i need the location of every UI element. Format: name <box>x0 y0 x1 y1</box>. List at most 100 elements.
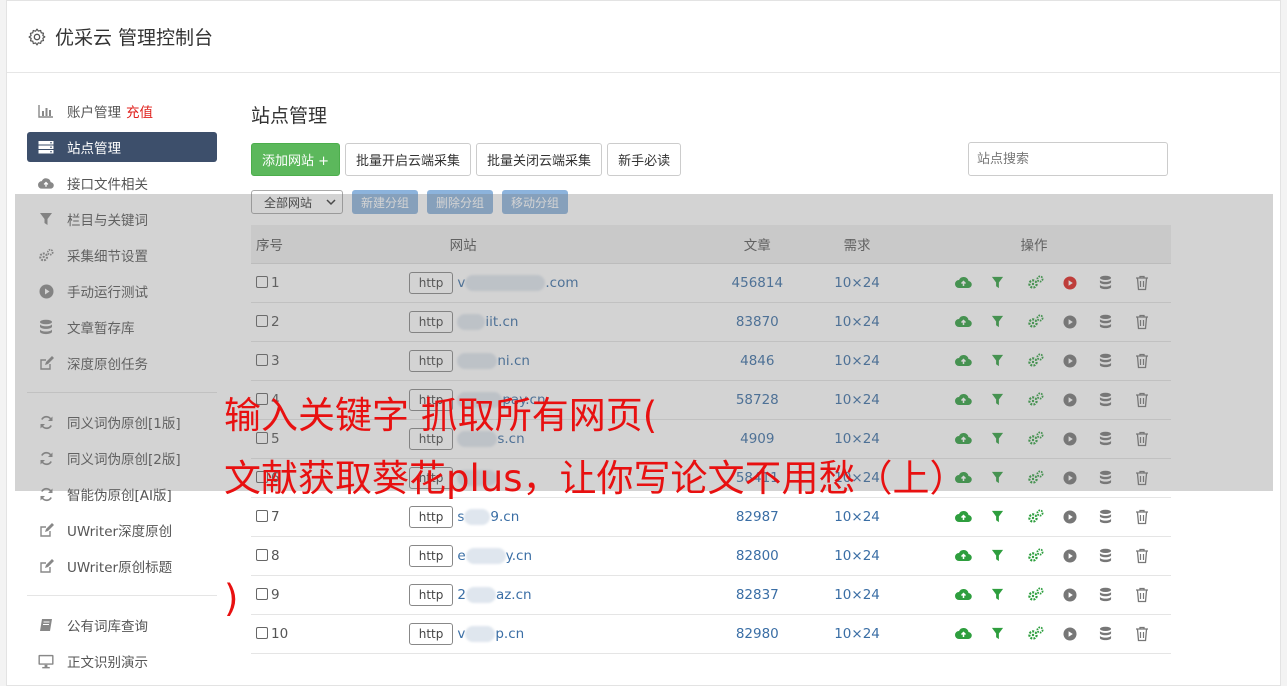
cloud-upload-icon[interactable] <box>955 585 991 605</box>
filter-icon[interactable] <box>991 624 1027 644</box>
sidebar-item-items3-0[interactable]: 公有词库查询 <box>27 610 217 640</box>
row-articles[interactable]: 82837 <box>697 575 818 615</box>
cloud-upload-icon[interactable] <box>955 507 991 527</box>
trash-icon[interactable] <box>1135 351 1171 371</box>
add-site-button[interactable]: 添加网站 + <box>251 142 341 176</box>
row-articles[interactable]: 4909 <box>697 419 818 459</box>
row-demand[interactable]: 10×24 <box>817 575 897 615</box>
row-checkbox[interactable] <box>256 587 268 600</box>
gears-icon[interactable] <box>1027 507 1063 527</box>
delete-group-button[interactable]: 删除分组 <box>427 190 494 214</box>
filter-icon[interactable] <box>991 585 1027 605</box>
site-domain-prefix[interactable]: v <box>457 626 465 642</box>
database-icon[interactable] <box>1099 585 1135 605</box>
row-demand[interactable]: 10×24 <box>817 614 897 654</box>
new-group-button[interactable]: 新建分组 <box>352 190 419 214</box>
play-circle-icon[interactable] <box>1063 273 1099 293</box>
row-checkbox[interactable] <box>256 509 268 522</box>
site-domain-prefix[interactable]: s <box>457 509 464 525</box>
sidebar-item-items-6[interactable]: 文章暂存库 <box>27 312 217 342</box>
filter-icon[interactable] <box>991 351 1027 371</box>
sidebar-item-items2-1[interactable]: 同义词伪原创[2版] <box>27 443 217 473</box>
filter-icon[interactable] <box>991 312 1027 332</box>
cloud-upload-icon[interactable] <box>955 312 991 332</box>
row-articles[interactable]: 82987 <box>697 497 818 537</box>
gears-icon[interactable] <box>1027 546 1063 566</box>
sidebar-item-items-5[interactable]: 手动运行测试 <box>27 276 217 306</box>
play-circle-icon[interactable] <box>1063 546 1099 566</box>
filter-icon[interactable] <box>991 273 1027 293</box>
trash-icon[interactable] <box>1135 546 1171 566</box>
filter-icon[interactable] <box>991 546 1027 566</box>
gears-icon[interactable] <box>1027 351 1063 371</box>
database-icon[interactable] <box>1099 390 1135 410</box>
row-checkbox[interactable] <box>256 275 268 288</box>
row-articles[interactable]: 456814 <box>697 263 818 303</box>
trash-icon[interactable] <box>1135 468 1171 488</box>
sidebar-item-items-2[interactable]: 接口文件相关 <box>27 168 217 198</box>
gears-icon[interactable] <box>1027 624 1063 644</box>
gears-icon[interactable] <box>1027 585 1063 605</box>
cloud-upload-icon[interactable] <box>955 273 991 293</box>
play-circle-icon[interactable] <box>1063 351 1099 371</box>
trash-icon[interactable] <box>1135 429 1171 449</box>
row-articles[interactable]: 83870 <box>697 302 818 342</box>
database-icon[interactable] <box>1099 312 1135 332</box>
database-icon[interactable] <box>1099 507 1135 527</box>
row-demand[interactable]: 10×24 <box>817 497 897 537</box>
site-domain-suffix[interactable]: p.cn <box>495 626 524 642</box>
row-articles[interactable]: 82980 <box>697 614 818 654</box>
trash-icon[interactable] <box>1135 312 1171 332</box>
row-demand[interactable]: 10×24 <box>817 263 897 303</box>
gears-icon[interactable] <box>1027 312 1063 332</box>
row-demand[interactable]: 10×24 <box>817 536 897 576</box>
play-circle-icon[interactable] <box>1063 429 1099 449</box>
site-domain-suffix[interactable]: az.cn <box>496 587 532 603</box>
trash-icon[interactable] <box>1135 507 1171 527</box>
sidebar-item-items-7[interactable]: 深度原创任务 <box>27 348 217 378</box>
trash-icon[interactable] <box>1135 273 1171 293</box>
batch-close-cloud-button[interactable]: 批量关闭云端采集 <box>476 142 603 176</box>
row-articles[interactable]: 4846 <box>697 341 818 381</box>
play-circle-icon[interactable] <box>1063 585 1099 605</box>
gears-icon[interactable] <box>1027 468 1063 488</box>
row-articles[interactable]: 82800 <box>697 536 818 576</box>
batch-open-cloud-button[interactable]: 批量开启云端采集 <box>345 142 472 176</box>
sidebar-item-items-1[interactable]: 站点管理 <box>27 132 217 162</box>
site-search-input[interactable] <box>968 142 1168 176</box>
move-group-button[interactable]: 移动分组 <box>502 190 569 214</box>
site-domain-suffix[interactable]: ni.cn <box>497 353 530 369</box>
database-icon[interactable] <box>1099 429 1135 449</box>
filter-icon[interactable] <box>991 429 1027 449</box>
row-demand[interactable]: 10×24 <box>817 302 897 342</box>
database-icon[interactable] <box>1099 468 1135 488</box>
database-icon[interactable] <box>1099 273 1135 293</box>
site-domain-prefix[interactable]: v <box>457 275 465 291</box>
gears-icon[interactable] <box>1027 390 1063 410</box>
row-demand[interactable]: 10×24 <box>817 341 897 381</box>
recharge-link[interactable]: 充值 <box>126 101 153 121</box>
gears-icon[interactable] <box>1027 273 1063 293</box>
site-domain-suffix[interactable]: iit.cn <box>485 314 518 330</box>
play-circle-icon[interactable] <box>1063 312 1099 332</box>
row-checkbox[interactable] <box>256 314 268 327</box>
beginner-guide-button[interactable]: 新手必读 <box>607 142 682 176</box>
row-demand[interactable]: 10×24 <box>817 419 897 459</box>
sidebar-item-items2-4[interactable]: UWriter原创标题 <box>27 551 217 581</box>
sidebar-item-items2-2[interactable]: 智能伪原创[AI版] <box>27 479 217 509</box>
cloud-upload-icon[interactable] <box>955 546 991 566</box>
sidebar-item-items-0[interactable]: 账户管理 充值 <box>27 96 217 126</box>
trash-icon[interactable] <box>1135 390 1171 410</box>
site-domain-prefix[interactable]: e <box>457 548 465 564</box>
filter-icon[interactable] <box>991 507 1027 527</box>
play-circle-icon[interactable] <box>1063 624 1099 644</box>
trash-icon[interactable] <box>1135 624 1171 644</box>
row-checkbox[interactable] <box>256 353 268 366</box>
cloud-upload-icon[interactable] <box>955 390 991 410</box>
database-icon[interactable] <box>1099 624 1135 644</box>
cloud-upload-icon[interactable] <box>955 351 991 371</box>
gears-icon[interactable] <box>1027 429 1063 449</box>
sidebar-item-items3-1[interactable]: 正文识别演示 <box>27 646 217 676</box>
play-circle-icon[interactable] <box>1063 507 1099 527</box>
cloud-upload-icon[interactable] <box>955 429 991 449</box>
